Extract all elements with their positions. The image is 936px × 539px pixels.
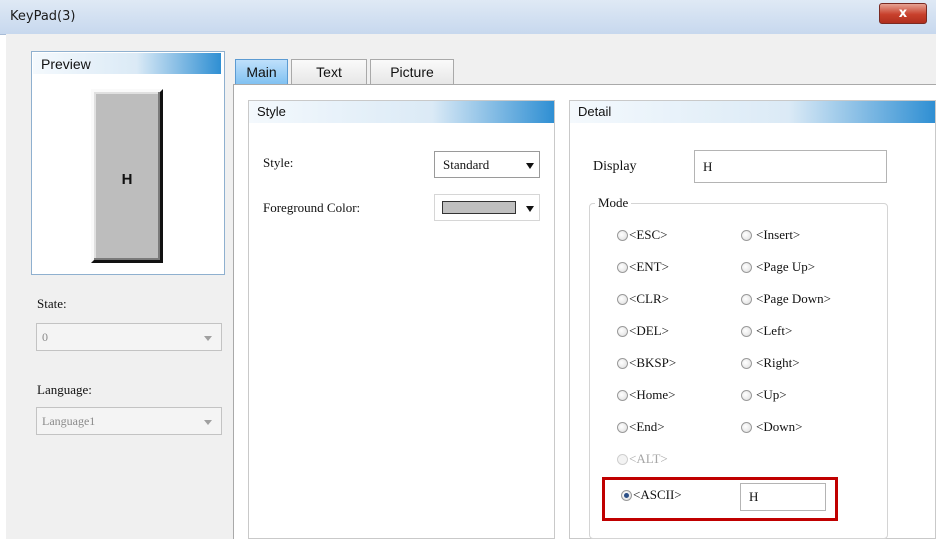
radio-alt <box>617 454 628 465</box>
radio-del[interactable] <box>617 326 628 337</box>
window-title: KeyPad(3) <box>10 9 76 24</box>
radio-page-down-label: <Page Down> <box>756 291 831 306</box>
radio-insert-label: <Insert> <box>756 227 801 242</box>
color-swatch <box>442 201 516 214</box>
foreground-color-picker[interactable] <box>434 194 540 221</box>
radio-home[interactable] <box>617 390 628 401</box>
language-label: Language: <box>37 382 92 397</box>
radio-up-label: <Up> <box>756 387 787 402</box>
display-label: Display <box>593 159 637 174</box>
keypad-preview-label: H <box>121 171 133 188</box>
style-select-value: Standard <box>443 157 490 172</box>
radio-up[interactable] <box>741 390 752 401</box>
radio-bksp-label: <BKSP> <box>629 355 677 370</box>
radio-clr-label: <CLR> <box>629 291 669 306</box>
language-value: Language1 <box>42 414 96 428</box>
language-select[interactable]: Language1 <box>36 407 222 435</box>
title-bar <box>0 0 936 35</box>
ascii-input[interactable]: H <box>740 483 826 511</box>
detail-group-title: Detail <box>570 101 935 123</box>
style-dropdown-icon <box>526 163 534 169</box>
color-dropdown-icon <box>526 206 534 212</box>
radio-left[interactable] <box>741 326 752 337</box>
radio-right-label: <Right> <box>756 355 800 370</box>
state-select[interactable]: 0 <box>36 323 222 351</box>
radio-ascii-label: <ASCII> <box>633 487 682 502</box>
radio-home-label: <Home> <box>629 387 676 402</box>
radio-alt-label: <ALT> <box>629 451 668 466</box>
radio-page-up-label: <Page Up> <box>756 259 816 274</box>
radio-clr[interactable] <box>617 294 628 305</box>
style-label: Style: <box>263 155 294 170</box>
style-select[interactable]: Standard <box>434 151 540 178</box>
tab-text[interactable]: Text <box>291 59 367 85</box>
radio-esc[interactable] <box>617 230 628 241</box>
radio-del-label: <DEL> <box>629 323 669 338</box>
tab-main[interactable]: Main <box>235 59 288 85</box>
radio-bksp[interactable] <box>617 358 628 369</box>
radio-page-up[interactable] <box>741 262 752 273</box>
state-label: State: <box>37 296 67 311</box>
radio-right[interactable] <box>741 358 752 369</box>
radio-down-label: <Down> <box>756 419 803 434</box>
mode-label: Mode <box>595 195 632 211</box>
radio-ascii[interactable] <box>621 490 632 501</box>
radio-ent[interactable] <box>617 262 628 273</box>
tab-picture[interactable]: Picture <box>370 59 454 85</box>
radio-page-down[interactable] <box>741 294 752 305</box>
radio-end-label: <End> <box>629 419 665 434</box>
language-dropdown-icon <box>204 420 212 425</box>
radio-end[interactable] <box>617 422 628 433</box>
radio-left-label: <Left> <box>756 323 793 338</box>
state-value: 0 <box>42 330 48 344</box>
close-button[interactable]: x <box>879 3 927 24</box>
foreground-color-label: Foreground Color: <box>263 200 361 215</box>
radio-esc-label: <ESC> <box>629 227 668 242</box>
radio-insert[interactable] <box>741 230 752 241</box>
radio-down[interactable] <box>741 422 752 433</box>
style-group-title: Style <box>249 101 554 123</box>
preview-title: Preview <box>41 56 91 72</box>
display-input[interactable]: H <box>694 150 887 183</box>
state-dropdown-icon <box>204 336 212 341</box>
radio-ent-label: <ENT> <box>629 259 669 274</box>
